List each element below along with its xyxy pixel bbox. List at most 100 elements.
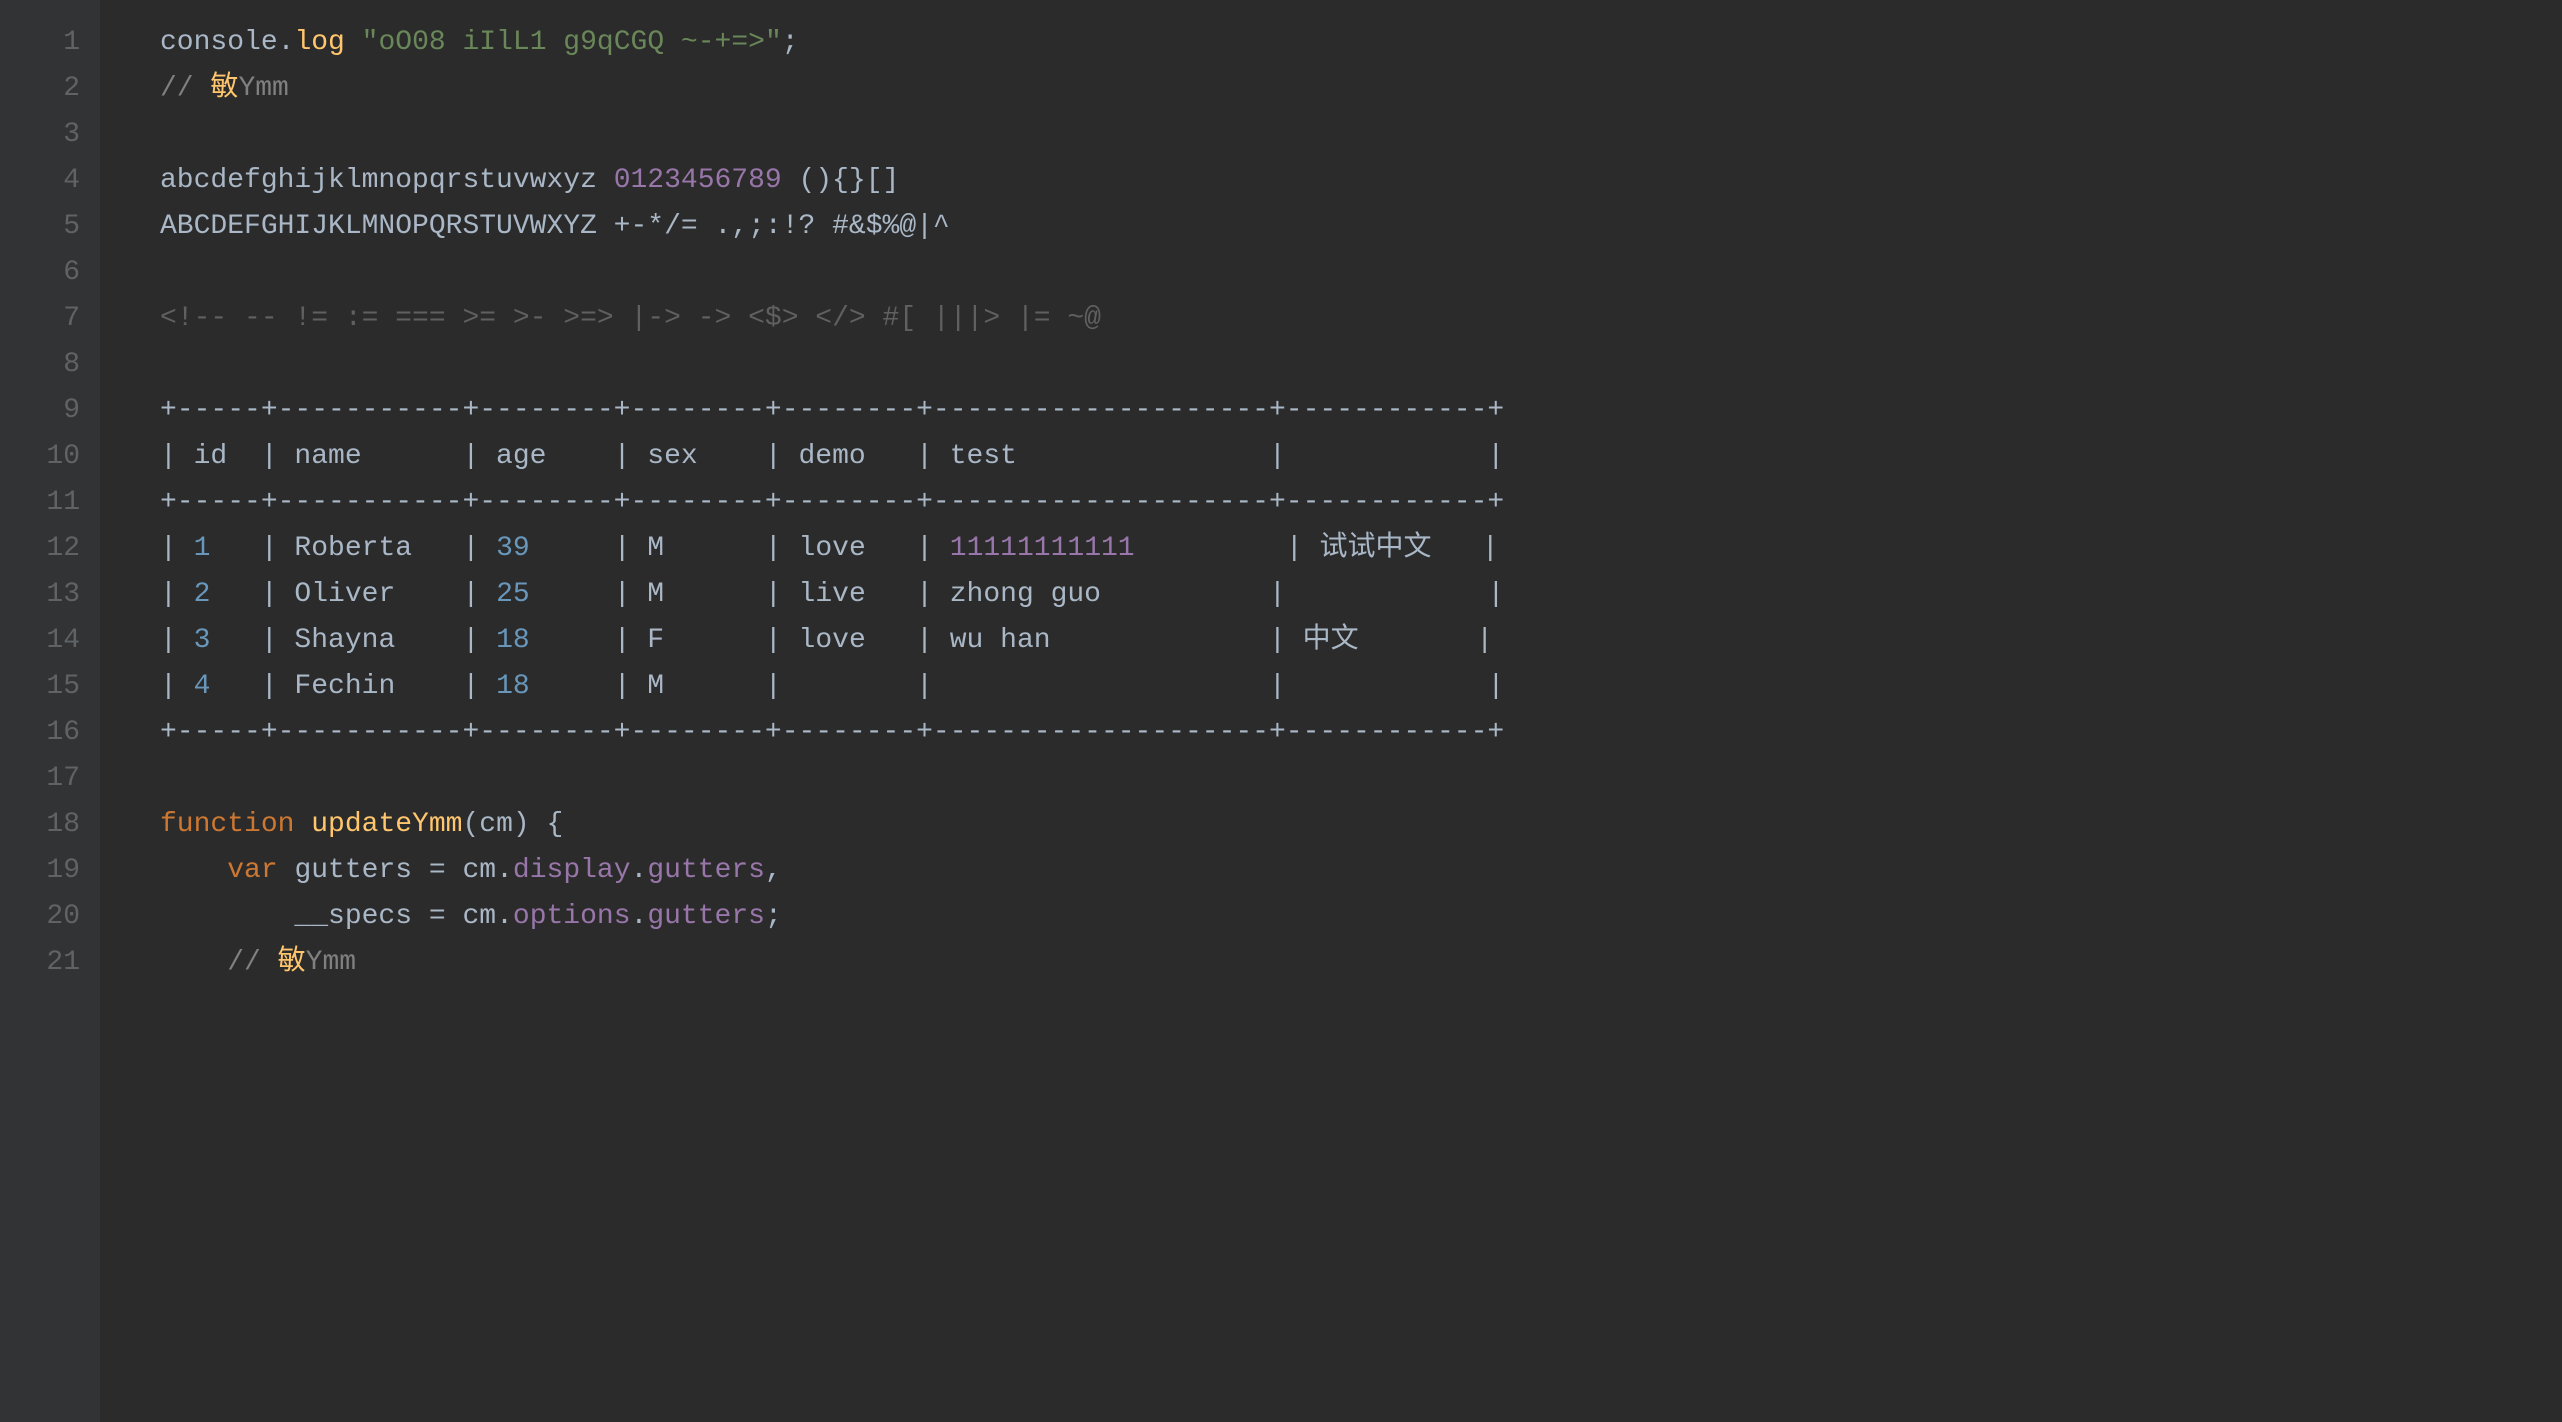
comment-zh-2: 敏 xyxy=(210,67,238,112)
specs-var: __specs xyxy=(294,895,412,940)
line-num-18: 18 xyxy=(0,802,100,848)
table-top-border: +-----+-----------+--------+--------+---… xyxy=(160,389,1504,434)
digits: 0123456789 xyxy=(614,159,782,204)
brackets: (){}[] xyxy=(782,159,900,204)
line-num-10: 10 xyxy=(0,434,100,480)
line-num-11: 11 xyxy=(0,480,100,526)
dot-20a: . xyxy=(496,895,513,940)
cm-ref-20: cm xyxy=(462,895,496,940)
tb-14-2: | Shayna | xyxy=(210,619,496,664)
display-prop: display xyxy=(513,849,631,894)
code-line-4: abcdefghijklmnopqrstuvwxyz 0123456789 ()… xyxy=(160,158,2562,204)
tb-14-3: | F | love | wu han | 中文 | xyxy=(530,619,1493,664)
line-num-17: 17 xyxy=(0,756,100,802)
tb-15-1: | xyxy=(160,665,194,710)
dot-operator: . xyxy=(278,21,295,66)
log-method: log xyxy=(294,21,344,66)
code-area[interactable]: console.log "oO08 iIlL1 g9qCGQ ~-+=>"; /… xyxy=(100,0,2562,1422)
code-line-11: +-----+-----------+--------+--------+---… xyxy=(160,480,2562,526)
comment-slash-2: // xyxy=(160,67,210,112)
table-sep-border: +-----+-----------+--------+--------+---… xyxy=(160,481,1504,526)
line-num-13: 13 xyxy=(0,572,100,618)
code-line-17 xyxy=(160,756,2562,802)
tb-13-age: 25 xyxy=(496,573,530,618)
line-num-12: 12 xyxy=(0,526,100,572)
gutters-prop-19: gutters xyxy=(647,849,765,894)
tb-12-3: | M | love | xyxy=(530,527,950,572)
space-18 xyxy=(294,803,311,848)
line-num-19: 19 xyxy=(0,848,100,894)
dot-19b: . xyxy=(631,849,648,894)
param-cm: cm xyxy=(479,803,513,848)
space-18b: { xyxy=(530,803,564,848)
table-bottom-border: +-----+-----------+--------+--------+---… xyxy=(160,711,1504,756)
code-line-18: function updateYmm(cm) { xyxy=(160,802,2562,848)
comment-ymm-21: Ymm xyxy=(306,941,356,986)
line-num-2: 2 xyxy=(0,66,100,112)
code-line-19: var gutters = cm.display.gutters, xyxy=(160,848,2562,894)
dot-20b: . xyxy=(631,895,648,940)
space xyxy=(345,21,362,66)
table-header: | id | name | age | sex | demo | test | … xyxy=(160,435,1504,480)
code-line-8 xyxy=(160,342,2562,388)
string-literal-1: "oO08 iIlL1 g9qCGQ ~-+=>" xyxy=(362,21,782,66)
tb-15-age: 18 xyxy=(496,665,530,710)
tb-15-2: | Fechin | xyxy=(210,665,496,710)
tb-12-2: | Roberta | xyxy=(210,527,496,572)
paren-open: ( xyxy=(462,803,479,848)
assign-19: = xyxy=(412,849,462,894)
tb-14-age: 18 xyxy=(496,619,530,664)
code-line-6 xyxy=(160,250,2562,296)
line-num-21: 21 xyxy=(0,940,100,986)
code-line-9: +-----+-----------+--------+--------+---… xyxy=(160,388,2562,434)
tb-12-test: 11111111111 xyxy=(950,527,1135,572)
code-line-3 xyxy=(160,112,2562,158)
code-line-20: __specs = cm.options.gutters; xyxy=(160,894,2562,940)
editor-container: 1 2 3 4 5 6 7 8 9 10 11 12 13 14 15 16 1… xyxy=(0,0,2562,1422)
line-num-14: 14 xyxy=(0,618,100,664)
lowercase-alpha: abcdefghijklmnopqrstuvwxyz xyxy=(160,159,614,204)
line-num-8: 8 xyxy=(0,342,100,388)
line-num-3: 3 xyxy=(0,112,100,158)
code-line-7: <!-- -- != := === >= >- >=> |-> -> <$> <… xyxy=(160,296,2562,342)
indent-19 xyxy=(160,849,227,894)
console-keyword: console xyxy=(160,21,278,66)
line-num-16: 16 xyxy=(0,710,100,756)
tb-13-2: | Oliver | xyxy=(210,573,496,618)
code-line-16: +-----+-----------+--------+--------+---… xyxy=(160,710,2562,756)
ligatures-line: <!-- -- != := === >= >- >=> |-> -> <$> <… xyxy=(160,297,1101,342)
paren-close: ) xyxy=(513,803,530,848)
dot-19a: . xyxy=(496,849,513,894)
comma-19: , xyxy=(765,849,782,894)
code-line-13: | 2 | Oliver | 25 | M | live | zhong guo… xyxy=(160,572,2562,618)
comment-zh-21: 敏 xyxy=(278,941,306,986)
code-line-1: console.log "oO08 iIlL1 g9qCGQ ~-+=>"; xyxy=(160,20,2562,66)
code-line-2: // 敏Ymm xyxy=(160,66,2562,112)
comment-slash-21: // xyxy=(227,941,277,986)
line-num-15: 15 xyxy=(0,664,100,710)
var-gutters: gutters xyxy=(294,849,412,894)
function-name: updateYmm xyxy=(311,803,462,848)
space-19 xyxy=(278,849,295,894)
tb-12-age: 39 xyxy=(496,527,530,572)
tb-13-3: | M | live | zhong guo | | xyxy=(530,573,1505,618)
semicolon-1: ; xyxy=(782,21,799,66)
tb-12-id: 1 xyxy=(194,527,211,572)
comment-ymm-2: Ymm xyxy=(238,67,288,112)
tb-15-3: | M | | | | xyxy=(530,665,1505,710)
semi-20: ; xyxy=(765,895,782,940)
line-num-20: 20 xyxy=(0,894,100,940)
indent-21 xyxy=(160,941,227,986)
indent-20 xyxy=(160,895,294,940)
line-num-6: 6 xyxy=(0,250,100,296)
line-num-7: 7 xyxy=(0,296,100,342)
line-num-9: 9 xyxy=(0,388,100,434)
line-num-5: 5 xyxy=(0,204,100,250)
code-line-15: | 4 | Fechin | 18 | M | | | | xyxy=(160,664,2562,710)
code-line-5: ABCDEFGHIJKLMNOPQRSTUVWXYZ +-*/= .,;:!? … xyxy=(160,204,2562,250)
tb-13-id: 2 xyxy=(194,573,211,618)
tb-15-id: 4 xyxy=(194,665,211,710)
cm-ref-19: cm xyxy=(463,849,497,894)
line-numbers: 1 2 3 4 5 6 7 8 9 10 11 12 13 14 15 16 1… xyxy=(0,0,100,1422)
code-line-14: | 3 | Shayna | 18 | F | love | wu han | … xyxy=(160,618,2562,664)
